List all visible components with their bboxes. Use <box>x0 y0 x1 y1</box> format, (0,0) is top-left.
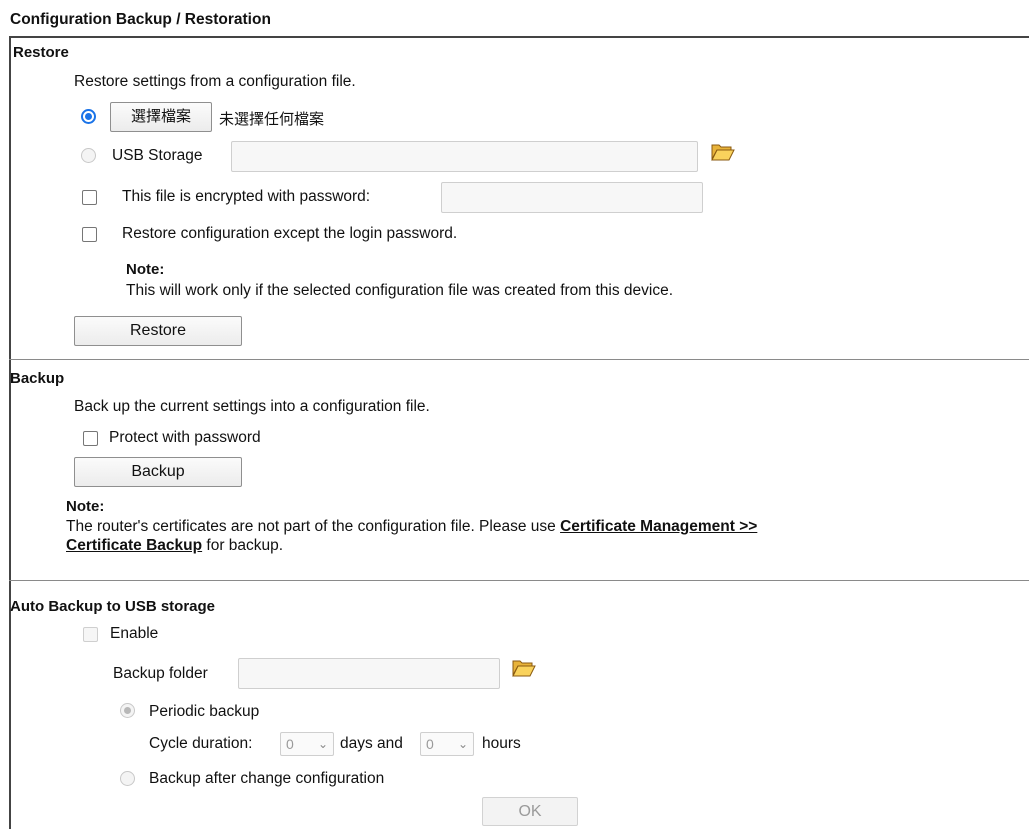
certificate-backup-link[interactable]: Certificate Backup <box>66 537 202 554</box>
backup-after-change-radio[interactable] <box>120 771 135 786</box>
except-login-checkbox[interactable] <box>82 227 97 242</box>
backup-after-change-label: Backup after change configuration <box>149 770 385 787</box>
restore-section-title: Restore <box>13 44 69 61</box>
no-file-chosen-text: 未選擇任何檔案 <box>219 111 325 128</box>
certificate-management-link[interactable]: Certificate Management >> <box>560 518 757 535</box>
days-select-value: 0 <box>286 736 294 752</box>
days-select[interactable]: 0 ⌄ <box>280 732 334 756</box>
divider-restore-backup <box>9 359 1029 360</box>
protect-password-label: Protect with password <box>109 429 261 446</box>
except-login-label: Restore configuration except the login p… <box>122 225 458 242</box>
backup-note-line2: Certificate Backup for backup. <box>66 537 283 555</box>
page-title: Configuration Backup / Restoration <box>10 11 271 28</box>
auto-backup-enable-checkbox[interactable] <box>83 627 98 642</box>
protect-password-checkbox[interactable] <box>83 431 98 446</box>
periodic-backup-radio[interactable] <box>120 703 135 718</box>
folder-icon[interactable] <box>512 658 536 678</box>
auto-backup-enable-label: Enable <box>110 625 159 642</box>
restore-note-text: This will work only if the selected conf… <box>126 282 674 299</box>
chevron-down-icon: ⌄ <box>457 737 468 751</box>
restore-left-border <box>9 36 11 360</box>
restore-description: Restore settings from a configuration fi… <box>74 73 356 90</box>
divider-backup-auto <box>9 580 1029 581</box>
hours-select-value: 0 <box>426 736 434 752</box>
usb-storage-label: USB Storage <box>112 147 203 164</box>
encrypted-label: This file is encrypted with password: <box>122 188 371 205</box>
cycle-duration-label: Cycle duration: <box>149 735 253 752</box>
encrypted-password-input[interactable] <box>441 182 703 213</box>
hours-select[interactable]: 0 ⌄ <box>420 732 474 756</box>
backup-note-title: Note: <box>66 498 105 515</box>
restore-button[interactable]: Restore <box>74 316 242 346</box>
encrypted-checkbox[interactable] <box>82 190 97 205</box>
ok-button[interactable]: OK <box>482 797 578 826</box>
days-and-label: days and <box>340 735 403 752</box>
backup-note-line1: The router's certificates are not part o… <box>66 518 757 536</box>
usb-storage-radio[interactable] <box>81 148 96 163</box>
auto-backup-section-title: Auto Backup to USB storage <box>10 598 216 615</box>
choose-file-button[interactable]: 選擇檔案 <box>110 102 212 132</box>
periodic-backup-label: Periodic backup <box>149 703 260 720</box>
backup-section-title: Backup <box>10 370 65 387</box>
restore-file-radio[interactable] <box>81 109 96 124</box>
backup-note-text: The router's certificates are not part o… <box>66 518 561 535</box>
usb-storage-input[interactable] <box>231 141 698 172</box>
chevron-down-icon: ⌄ <box>317 737 328 751</box>
backup-folder-input[interactable] <box>238 658 500 689</box>
panel-top-border <box>9 36 1029 38</box>
folder-icon[interactable] <box>711 142 735 162</box>
backup-button[interactable]: Backup <box>74 457 242 487</box>
backup-note-suffix: for backup. <box>202 537 284 554</box>
backup-left-border <box>9 360 11 580</box>
hours-label: hours <box>482 735 521 752</box>
backup-folder-label: Backup folder <box>113 665 208 682</box>
auto-left-border <box>9 581 11 829</box>
restore-note-title: Note: <box>126 261 165 278</box>
backup-description: Back up the current settings into a conf… <box>74 398 430 415</box>
